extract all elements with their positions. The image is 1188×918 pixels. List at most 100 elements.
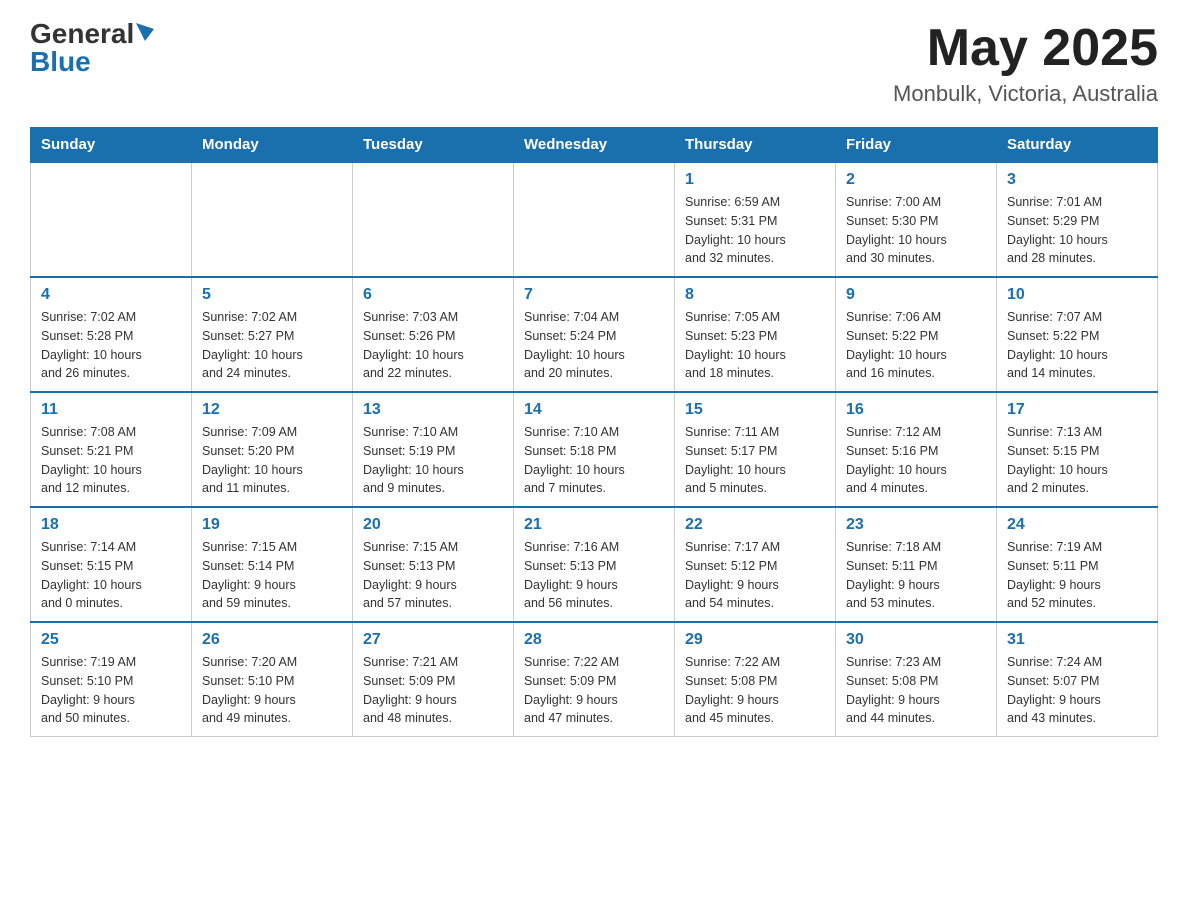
day-number: 23	[846, 516, 986, 534]
day-info: Sunrise: 7:23 AMSunset: 5:08 PMDaylight:…	[846, 653, 986, 728]
day-number: 16	[846, 401, 986, 419]
day-number: 28	[524, 631, 664, 649]
day-info: Sunrise: 7:07 AMSunset: 5:22 PMDaylight:…	[1007, 308, 1147, 383]
calendar-header-row: SundayMondayTuesdayWednesdayThursdayFrid…	[31, 128, 1158, 163]
day-number: 30	[846, 631, 986, 649]
column-header-tuesday: Tuesday	[353, 128, 514, 163]
day-number: 27	[363, 631, 503, 649]
logo-blue-text: Blue	[30, 48, 91, 76]
day-number: 2	[846, 171, 986, 189]
calendar-cell: 17Sunrise: 7:13 AMSunset: 5:15 PMDayligh…	[997, 392, 1158, 507]
week-row-4: 18 Sunrise: 7:14 AMSunset: 5:15 PMDayligh…	[31, 507, 1158, 622]
day-info: Sunrise: 7:05 AMSunset: 5:23 PMDaylight:…	[685, 308, 825, 383]
calendar-cell: 14 Sunrise: 7:10 AMSunset: 5:18 PMDayligh…	[514, 392, 675, 507]
calendar-cell	[514, 162, 675, 277]
day-number: 7	[524, 286, 664, 304]
day-info: Sunrise: 7:10 AMSunset: 5:18 PMDaylight:…	[524, 423, 664, 498]
column-header-friday: Friday	[836, 128, 997, 163]
week-row-1: 1 Sunrise: 6:59 AMSunset: 5:31 PMDaylight…	[31, 162, 1158, 277]
logo-arrow-icon	[136, 23, 154, 41]
calendar-cell: 31 Sunrise: 7:24 AMSunset: 5:07 PMDayligh…	[997, 622, 1158, 737]
day-info: Sunrise: 7:11 AMSunset: 5:17 PMDaylight:…	[685, 423, 825, 498]
week-row-5: 25 Sunrise: 7:19 AMSunset: 5:10 PMDayligh…	[31, 622, 1158, 737]
calendar-cell: 13 Sunrise: 7:10 AMSunset: 5:19 PMDayligh…	[353, 392, 514, 507]
day-number: 5	[202, 286, 342, 304]
day-info: Sunrise: 7:00 AMSunset: 5:30 PMDaylight:…	[846, 193, 986, 268]
day-number: 25	[41, 631, 181, 649]
day-info: Sunrise: 7:21 AMSunset: 5:09 PMDaylight:…	[363, 653, 503, 728]
day-info: Sunrise: 7:16 AMSunset: 5:13 PMDaylight:…	[524, 538, 664, 613]
calendar-cell: 3Sunrise: 7:01 AMSunset: 5:29 PMDaylight…	[997, 162, 1158, 277]
day-number: 20	[363, 516, 503, 534]
month-year-heading: May 2025	[893, 20, 1158, 77]
day-number: 13	[363, 401, 503, 419]
calendar-table: SundayMondayTuesdayWednesdayThursdayFrid…	[30, 127, 1158, 737]
day-number: 31	[1007, 631, 1147, 649]
calendar-cell: 18 Sunrise: 7:14 AMSunset: 5:15 PMDayligh…	[31, 507, 192, 622]
logo-general-text: General	[30, 20, 134, 48]
calendar-cell: 28 Sunrise: 7:22 AMSunset: 5:09 PMDayligh…	[514, 622, 675, 737]
day-number: 11	[41, 401, 181, 419]
day-number: 22	[685, 516, 825, 534]
calendar-cell: 25 Sunrise: 7:19 AMSunset: 5:10 PMDayligh…	[31, 622, 192, 737]
calendar-cell: 15 Sunrise: 7:11 AMSunset: 5:17 PMDayligh…	[675, 392, 836, 507]
day-info: Sunrise: 7:12 AMSunset: 5:16 PMDaylight:…	[846, 423, 986, 498]
day-info: Sunrise: 7:20 AMSunset: 5:10 PMDaylight:…	[202, 653, 342, 728]
day-info: Sunrise: 7:17 AMSunset: 5:12 PMDaylight:…	[685, 538, 825, 613]
calendar-cell	[31, 162, 192, 277]
day-info: Sunrise: 7:24 AMSunset: 5:07 PMDaylight:…	[1007, 653, 1147, 728]
column-header-saturday: Saturday	[997, 128, 1158, 163]
calendar-cell: 8 Sunrise: 7:05 AMSunset: 5:23 PMDaylight…	[675, 277, 836, 392]
calendar-cell: 23 Sunrise: 7:18 AMSunset: 5:11 PMDayligh…	[836, 507, 997, 622]
calendar-cell: 22 Sunrise: 7:17 AMSunset: 5:12 PMDayligh…	[675, 507, 836, 622]
day-info: Sunrise: 7:09 AMSunset: 5:20 PMDaylight:…	[202, 423, 342, 498]
day-number: 18	[41, 516, 181, 534]
day-number: 9	[846, 286, 986, 304]
calendar-cell	[353, 162, 514, 277]
calendar-cell: 10 Sunrise: 7:07 AMSunset: 5:22 PMDayligh…	[997, 277, 1158, 392]
calendar-cell: 7Sunrise: 7:04 AMSunset: 5:24 PMDaylight…	[514, 277, 675, 392]
day-info: Sunrise: 7:03 AMSunset: 5:26 PMDaylight:…	[363, 308, 503, 383]
calendar-cell: 1 Sunrise: 6:59 AMSunset: 5:31 PMDaylight…	[675, 162, 836, 277]
column-header-sunday: Sunday	[31, 128, 192, 163]
calendar-cell: 29Sunrise: 7:22 AMSunset: 5:08 PMDayligh…	[675, 622, 836, 737]
day-info: Sunrise: 7:18 AMSunset: 5:11 PMDaylight:…	[846, 538, 986, 613]
calendar-cell	[192, 162, 353, 277]
calendar-cell: 24 Sunrise: 7:19 AMSunset: 5:11 PMDayligh…	[997, 507, 1158, 622]
day-info: Sunrise: 6:59 AMSunset: 5:31 PMDaylight:…	[685, 193, 825, 268]
day-info: Sunrise: 7:10 AMSunset: 5:19 PMDaylight:…	[363, 423, 503, 498]
day-info: Sunrise: 7:19 AMSunset: 5:11 PMDaylight:…	[1007, 538, 1147, 613]
calendar-cell: 12 Sunrise: 7:09 AMSunset: 5:20 PMDayligh…	[192, 392, 353, 507]
day-number: 4	[41, 286, 181, 304]
day-info: Sunrise: 7:22 AMSunset: 5:09 PMDaylight:…	[524, 653, 664, 728]
day-number: 12	[202, 401, 342, 419]
calendar-cell: 26Sunrise: 7:20 AMSunset: 5:10 PMDayligh…	[192, 622, 353, 737]
calendar-cell: 4Sunrise: 7:02 AMSunset: 5:28 PMDaylight…	[31, 277, 192, 392]
calendar-cell: 19Sunrise: 7:15 AMSunset: 5:14 PMDayligh…	[192, 507, 353, 622]
day-number: 10	[1007, 286, 1147, 304]
column-header-wednesday: Wednesday	[514, 128, 675, 163]
calendar-cell: 30 Sunrise: 7:23 AMSunset: 5:08 PMDayligh…	[836, 622, 997, 737]
day-number: 1	[685, 171, 825, 189]
day-number: 21	[524, 516, 664, 534]
day-info: Sunrise: 7:06 AMSunset: 5:22 PMDaylight:…	[846, 308, 986, 383]
day-number: 15	[685, 401, 825, 419]
day-number: 8	[685, 286, 825, 304]
calendar-cell: 27 Sunrise: 7:21 AMSunset: 5:09 PMDayligh…	[353, 622, 514, 737]
calendar-cell: 21 Sunrise: 7:16 AMSunset: 5:13 PMDayligh…	[514, 507, 675, 622]
day-number: 14	[524, 401, 664, 419]
day-number: 29	[685, 631, 825, 649]
day-info: Sunrise: 7:19 AMSunset: 5:10 PMDaylight:…	[41, 653, 181, 728]
day-info: Sunrise: 7:15 AMSunset: 5:13 PMDaylight:…	[363, 538, 503, 613]
day-info: Sunrise: 7:14 AMSunset: 5:15 PMDaylight:…	[41, 538, 181, 613]
column-header-monday: Monday	[192, 128, 353, 163]
calendar-cell: 20 Sunrise: 7:15 AMSunset: 5:13 PMDayligh…	[353, 507, 514, 622]
title-block: May 2025 Monbulk, Victoria, Australia	[893, 20, 1158, 107]
day-info: Sunrise: 7:01 AMSunset: 5:29 PMDaylight:…	[1007, 193, 1147, 268]
day-info: Sunrise: 7:13 AMSunset: 5:15 PMDaylight:…	[1007, 423, 1147, 498]
day-number: 24	[1007, 516, 1147, 534]
calendar-cell: 2 Sunrise: 7:00 AMSunset: 5:30 PMDaylight…	[836, 162, 997, 277]
day-info: Sunrise: 7:02 AMSunset: 5:27 PMDaylight:…	[202, 308, 342, 383]
week-row-2: 4Sunrise: 7:02 AMSunset: 5:28 PMDaylight…	[31, 277, 1158, 392]
page-header: General Blue May 2025 Monbulk, Victoria,…	[30, 20, 1158, 107]
